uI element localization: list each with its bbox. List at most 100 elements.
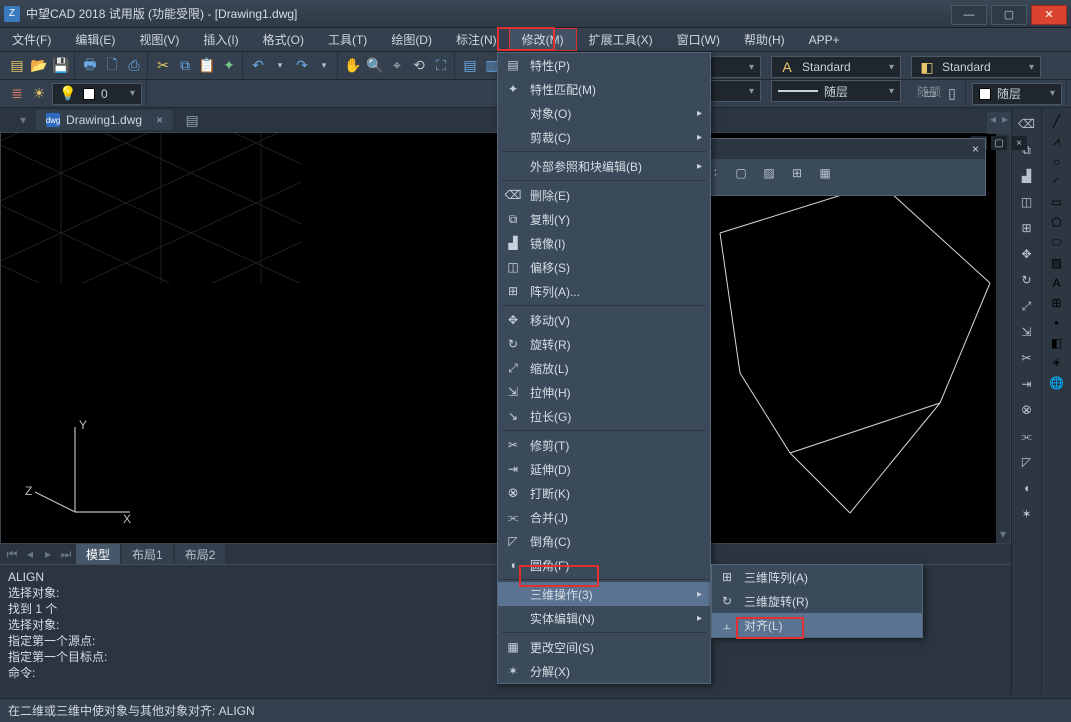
layer-combo[interactable]: 💡 0 ▾ xyxy=(52,83,142,105)
lineweight-combo[interactable]: 随层▾ xyxy=(771,80,901,102)
pan-icon[interactable]: ✋ xyxy=(344,57,362,75)
close-tab-icon[interactable]: × xyxy=(156,113,163,127)
layer-state-icon[interactable]: ☀ xyxy=(30,85,48,103)
tab-layout2[interactable]: 布局2 xyxy=(175,544,226,565)
save-icon[interactable]: 💾 xyxy=(52,57,70,75)
menu-插入i[interactable]: 插入(I) xyxy=(191,28,250,51)
tab-scroll-left-icon[interactable]: ▾ xyxy=(20,113,26,127)
undo-icon[interactable]: ↶ xyxy=(249,57,267,75)
menu-帮助h[interactable]: 帮助(H) xyxy=(732,28,797,51)
tab-layout1[interactable]: 布局1 xyxy=(122,544,173,565)
menu-item[interactable]: 外部参照和块编辑(B)▸ xyxy=(498,154,710,178)
menu-item[interactable]: 对象(O)▸ xyxy=(498,101,710,125)
menu-item[interactable]: ✂修剪(T) xyxy=(498,433,710,457)
menu-item[interactable]: ▦更改空间(S) xyxy=(498,635,710,659)
ltab-last-icon[interactable]: ⏭ xyxy=(58,547,74,562)
stretch2-icon[interactable]: ⇲ xyxy=(1017,322,1037,342)
menu-文件f[interactable]: 文件(F) xyxy=(0,28,63,51)
zoom-realtime-icon[interactable]: 🔍 xyxy=(366,57,384,75)
child-max-icon[interactable]: ▢ xyxy=(991,136,1007,150)
close-button[interactable]: ✕ xyxy=(1031,5,1067,25)
ft-grid2-icon[interactable]: ▦ xyxy=(815,163,835,183)
cut-icon[interactable]: ✂ xyxy=(154,57,172,75)
pline-icon[interactable]: ⩘ xyxy=(1053,134,1060,149)
menu-item[interactable]: 实体编辑(N)▸ xyxy=(498,606,710,630)
menu-item[interactable]: ✶分解(X) xyxy=(498,659,710,683)
menu-绘图d[interactable]: 绘图(D) xyxy=(379,28,444,51)
maximize-button[interactable]: ▢ xyxy=(991,5,1027,25)
menu-item[interactable]: ▤特性(P) xyxy=(498,53,710,77)
erase-icon[interactable]: ⌫ xyxy=(1017,114,1037,134)
ltab-prev-icon[interactable]: ◂ xyxy=(22,547,38,561)
menu-item[interactable]: 三维操作(3)▸ xyxy=(498,582,710,606)
copy-icon[interactable]: ⧉ xyxy=(176,57,194,75)
submenu-item[interactable]: ⊞三维阵列(A) xyxy=(712,565,922,589)
menu-标注n[interactable]: 标注(N) xyxy=(444,28,509,51)
text-icon[interactable]: A xyxy=(1052,276,1060,290)
fillet2-icon[interactable]: ◖ xyxy=(1017,478,1037,498)
menu-item[interactable]: ↻旋转(R) xyxy=(498,332,710,356)
sun-icon[interactable]: ☀ xyxy=(1051,356,1062,370)
menu-item[interactable]: ⫘合并(J) xyxy=(498,505,710,529)
menu-item[interactable]: ✥移动(V) xyxy=(498,308,710,332)
join2-icon[interactable]: ⫘ xyxy=(1017,426,1037,446)
redo-chev-icon[interactable]: ▾ xyxy=(315,57,333,75)
region-icon[interactable]: ◧ xyxy=(1051,336,1062,350)
ellipse-icon[interactable]: ⬭ xyxy=(1051,235,1061,250)
hatch-icon[interactable]: ▨ xyxy=(1051,256,1062,270)
offset2-icon[interactable]: ◫ xyxy=(1017,192,1037,212)
menu-item[interactable]: ◸倒角(C) xyxy=(498,529,710,553)
ft-hatch-icon[interactable]: ▨ xyxy=(759,163,779,183)
tab-model[interactable]: 模型 xyxy=(76,544,120,565)
submenu-item[interactable]: ⫠对齐(L) xyxy=(712,613,922,637)
child-close-icon[interactable]: × xyxy=(1011,136,1027,150)
arc-icon[interactable]: ◜ xyxy=(1054,175,1059,189)
scroll-down-icon[interactable]: ▾ xyxy=(998,527,1008,539)
paste-icon[interactable]: 📋 xyxy=(198,57,216,75)
chamfer2-icon[interactable]: ◸ xyxy=(1017,452,1037,472)
tablestyle-combo[interactable]: ◧ Standard▾ xyxy=(911,56,1041,78)
zoom-prev-icon[interactable]: ⟲ xyxy=(410,57,428,75)
menu-item[interactable]: ⌫删除(E) xyxy=(498,183,710,207)
props-icon[interactable]: ▤ xyxy=(461,57,479,75)
menu-视图v[interactable]: 视图(V) xyxy=(127,28,191,51)
undo-chev-icon[interactable]: ▾ xyxy=(271,57,289,75)
rect-icon[interactable]: ▭ xyxy=(1051,195,1062,209)
menu-item[interactable]: ⤢缩放(L) xyxy=(498,356,710,380)
ft-grid-icon[interactable]: ⊞ xyxy=(787,163,807,183)
array2-icon[interactable]: ⊞ xyxy=(1017,218,1037,238)
menu-item[interactable]: ⇲拉伸(H) xyxy=(498,380,710,404)
menu-item[interactable]: ⇥延伸(D) xyxy=(498,457,710,481)
break2-icon[interactable]: ⮿ xyxy=(1017,400,1037,420)
menu-item[interactable]: ▟镜像(I) xyxy=(498,231,710,255)
rnav-left-icon[interactable]: ◂ xyxy=(987,112,999,134)
menu-item[interactable]: 剪裁(C)▸ xyxy=(498,125,710,149)
extend2-icon[interactable]: ⇥ xyxy=(1017,374,1037,394)
menu-扩展工具x[interactable]: 扩展工具(X) xyxy=(577,28,665,51)
redo-icon[interactable]: ↷ xyxy=(293,57,311,75)
open-icon[interactable]: 📂 xyxy=(30,57,48,75)
move2-icon[interactable]: ✥ xyxy=(1017,244,1037,264)
minimize-button[interactable]: — xyxy=(951,5,987,25)
doc-tab[interactable]: dwg Drawing1.dwg × xyxy=(36,110,173,130)
rnav-right-icon[interactable]: ▸ xyxy=(999,112,1011,134)
menu-item[interactable]: ✦特性匹配(M) xyxy=(498,77,710,101)
trim2-icon[interactable]: ✂ xyxy=(1017,348,1037,368)
layer-mgr-icon[interactable]: ≣ xyxy=(8,85,26,103)
globe-icon[interactable]: 🌐 xyxy=(1049,376,1064,390)
rotate2-icon[interactable]: ↻ xyxy=(1017,270,1037,290)
menu-编辑e[interactable]: 编辑(E) xyxy=(63,28,127,51)
new-tab-icon[interactable]: ▤ xyxy=(183,111,201,129)
command-scrollbar[interactable] xyxy=(997,565,1011,694)
vertical-scrollbar[interactable]: ▴ ▾ xyxy=(996,133,1010,543)
preview-icon[interactable]: 🗋 xyxy=(103,57,121,75)
ltab-next-icon[interactable]: ▸ xyxy=(40,547,56,561)
zoom-window-icon[interactable]: ⌖ xyxy=(388,57,406,75)
ltab-first-icon[interactable]: ⏮ xyxy=(4,547,20,562)
menu-修改m[interactable]: 修改(M) xyxy=(509,28,577,51)
zoom-ext-icon[interactable]: ⛶ xyxy=(432,57,450,75)
float-close-icon[interactable]: × xyxy=(972,142,979,156)
publish-icon[interactable]: ⎙ xyxy=(125,57,143,75)
scale2-icon[interactable]: ⤢ xyxy=(1017,296,1037,316)
menu-格式o[interactable]: 格式(O) xyxy=(251,28,316,51)
